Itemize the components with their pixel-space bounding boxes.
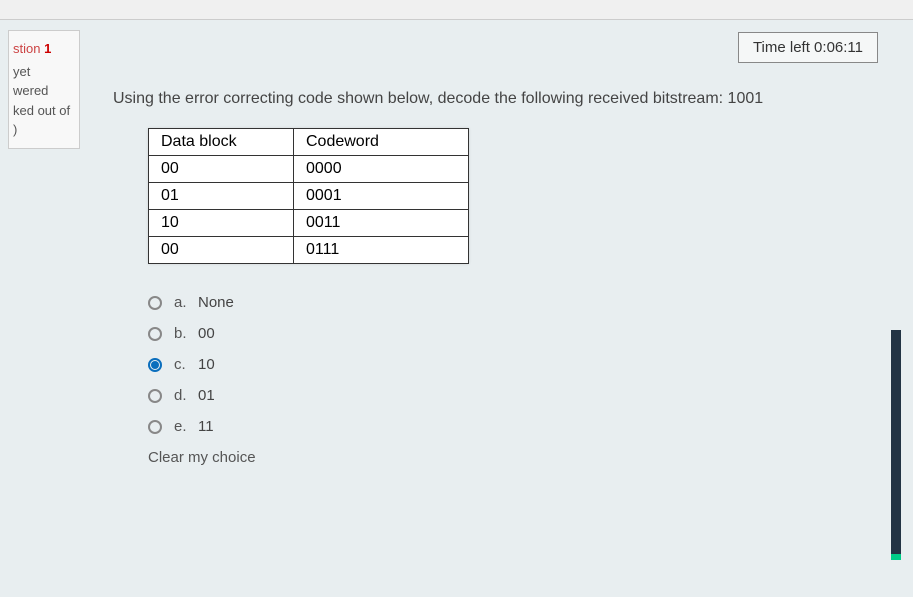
cell-codeword: 0000: [294, 156, 469, 183]
vertical-scrollbar[interactable]: [891, 330, 901, 560]
cell-datablock: 00: [149, 237, 294, 264]
table-row: 10 0011: [149, 210, 469, 237]
option-e[interactable]: e. 11: [148, 418, 883, 435]
status-fragment-2: wered: [13, 81, 75, 101]
code-table-wrap: Data block Codeword 00 0000 01 0001 10 0…: [148, 128, 883, 264]
option-c[interactable]: c. 10: [148, 356, 883, 373]
marked-fragment: ked out of: [13, 101, 75, 121]
status-fragment-1: yet: [13, 62, 75, 82]
question-text: Using the error correcting code shown be…: [113, 90, 883, 108]
table-row: 01 0001: [149, 183, 469, 210]
table-row: 00 0111: [149, 237, 469, 264]
option-text: 10: [198, 356, 215, 373]
option-text: 01: [198, 387, 215, 404]
radio-icon[interactable]: [148, 327, 162, 341]
code-table: Data block Codeword 00 0000 01 0001 10 0…: [148, 128, 469, 264]
option-letter: d.: [174, 387, 198, 404]
cell-codeword: 0001: [294, 183, 469, 210]
cell-datablock: 01: [149, 183, 294, 210]
main-container: stion 1 yet wered ked out of ) Time left…: [0, 20, 913, 597]
score-fragment: ): [13, 120, 75, 140]
cell-codeword: 0111: [294, 237, 469, 264]
option-letter: c.: [174, 356, 198, 373]
radio-icon[interactable]: [148, 358, 162, 372]
option-text: None: [198, 294, 234, 311]
option-text: 11: [198, 418, 214, 435]
option-b[interactable]: b. 00: [148, 325, 883, 342]
question-number: 1: [44, 41, 51, 56]
clear-choice-link[interactable]: Clear my choice: [148, 449, 883, 466]
radio-icon[interactable]: [148, 420, 162, 434]
option-letter: e.: [174, 418, 198, 435]
window-top-bar: [0, 0, 913, 20]
option-a[interactable]: a. None: [148, 294, 883, 311]
question-info-box: stion 1 yet wered ked out of ): [8, 30, 80, 149]
option-text: 00: [198, 325, 215, 342]
timer-display: Time left 0:06:11: [738, 32, 878, 63]
table-header-row: Data block Codeword: [149, 129, 469, 156]
question-nav-sidebar: stion 1 yet wered ked out of ): [0, 20, 88, 597]
radio-icon[interactable]: [148, 389, 162, 403]
option-letter: a.: [174, 294, 198, 311]
radio-icon[interactable]: [148, 296, 162, 310]
cell-codeword: 0011: [294, 210, 469, 237]
option-letter: b.: [174, 325, 198, 342]
table-row: 00 0000: [149, 156, 469, 183]
cell-datablock: 00: [149, 156, 294, 183]
answer-options: a. None b. 00 c. 10 d. 01 e. 11: [148, 294, 883, 435]
question-number-line: stion 1: [13, 39, 75, 59]
question-main-area: Time left 0:06:11 Using the error correc…: [88, 20, 913, 597]
option-d[interactable]: d. 01: [148, 387, 883, 404]
question-label-fragment: stion: [13, 41, 44, 56]
cell-datablock: 10: [149, 210, 294, 237]
header-codeword: Codeword: [294, 129, 469, 156]
header-data-block: Data block: [149, 129, 294, 156]
